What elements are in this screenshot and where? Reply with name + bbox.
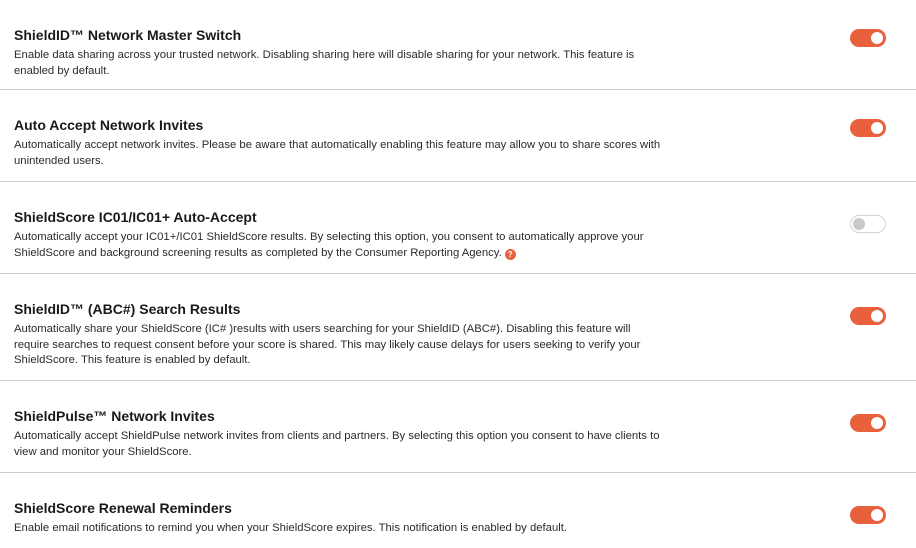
- toggle-knob: [871, 509, 883, 521]
- toggle-knob: [853, 218, 865, 230]
- setting-description: Enable data sharing across your trusted …: [14, 49, 635, 77]
- setting-description-text: Automatically accept your IC01+/IC01 Shi…: [14, 231, 644, 259]
- setting-row-shieldpulse-network-invites: ShieldPulse™ Network Invites Automatical…: [0, 381, 916, 473]
- question-icon[interactable]: ?: [504, 248, 516, 260]
- toggle-knob: [871, 32, 883, 44]
- setting-title: ShieldID™ (ABC#) Search Results: [14, 301, 241, 317]
- setting-description: Automatically share your ShieldScore (IC…: [14, 323, 641, 366]
- setting-title: ShieldScore IC01/IC01+ Auto-Accept: [14, 209, 257, 225]
- setting-title: ShieldPulse™ Network Invites: [14, 408, 215, 424]
- setting-description: Automatically accept network invites. Pl…: [14, 139, 661, 167]
- search-results-toggle[interactable]: [850, 307, 886, 325]
- settings-list: ShieldID™ Network Master Switch Enable d…: [0, 0, 916, 548]
- setting-row-auto-accept-network-invites: Auto Accept Network Invites Automaticall…: [0, 90, 916, 182]
- auto-accept-network-invites-toggle[interactable]: [850, 119, 886, 137]
- setting-description: Enable email notifications to remind you…: [14, 522, 568, 534]
- setting-description: Automatically accept your IC01+/IC01 Shi…: [14, 230, 664, 261]
- setting-title: ShieldScore Renewal Reminders: [14, 500, 232, 516]
- renewal-reminders-toggle[interactable]: [850, 506, 886, 524]
- setting-row-network-master-switch: ShieldID™ Network Master Switch Enable d…: [0, 0, 916, 90]
- toggle-knob: [871, 310, 883, 322]
- toggle-knob: [871, 417, 883, 429]
- shieldpulse-network-invites-toggle[interactable]: [850, 414, 886, 432]
- setting-row-search-results: ShieldID™ (ABC#) Search Results Automati…: [0, 274, 916, 381]
- setting-row-shieldscore-auto-accept: ShieldScore IC01/IC01+ Auto-Accept Autom…: [0, 182, 916, 274]
- network-master-switch-toggle[interactable]: [850, 29, 886, 47]
- setting-title: Auto Accept Network Invites: [14, 117, 204, 133]
- shieldscore-auto-accept-toggle[interactable]: [850, 215, 886, 233]
- setting-title: ShieldID™ Network Master Switch: [14, 27, 242, 43]
- toggle-knob: [871, 122, 883, 134]
- setting-description: Automatically accept ShieldPulse network…: [14, 430, 660, 458]
- setting-row-renewal-reminders: ShieldScore Renewal Reminders Enable ema…: [0, 473, 916, 548]
